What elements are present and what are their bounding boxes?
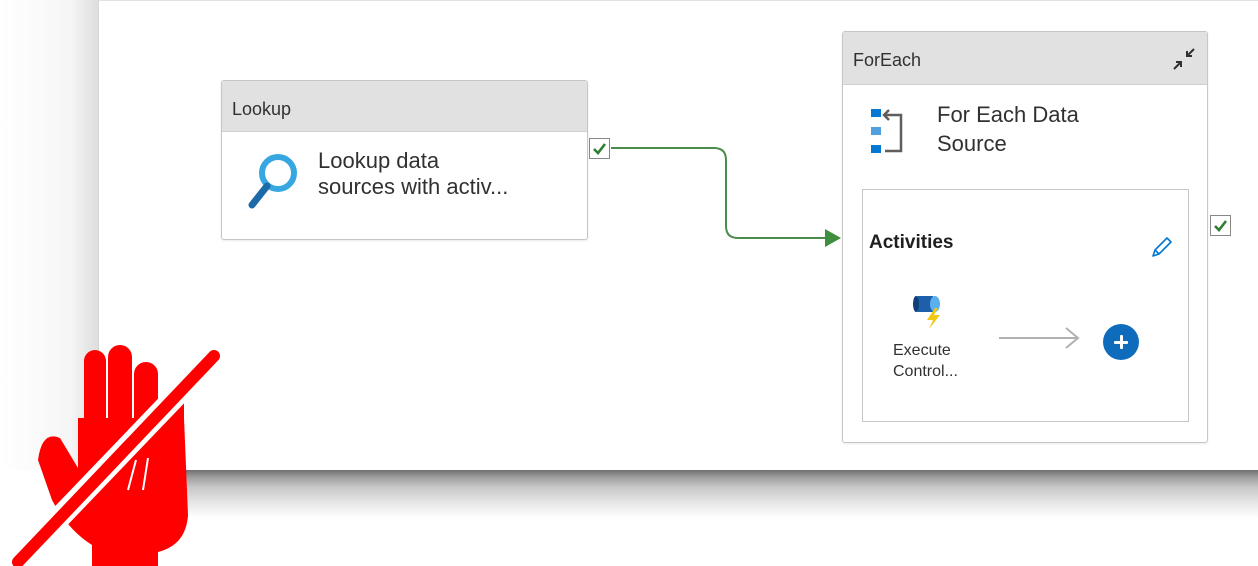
inner-activities-title: Activities <box>869 232 954 253</box>
lookup-description-line: sources with activ... <box>318 174 509 199</box>
stop-hand-forbidden-icon <box>8 341 229 566</box>
execute-pipeline-icon <box>913 296 940 329</box>
foreach-loop-icon <box>871 109 903 153</box>
foreach-activity-description: For Each Data Source <box>937 100 1177 158</box>
execute-control-label: Execute Control... <box>893 340 983 382</box>
lookup-activity-header: Lookup <box>222 81 587 132</box>
plus-circle-icon[interactable] <box>1103 324 1139 360</box>
lookup-activity[interactable]: Lookup Lookup data sources with activ... <box>221 80 588 240</box>
lookup-description-line: Lookup data <box>318 148 440 173</box>
canvas-bottom-shadow <box>98 470 1258 518</box>
execute-control-label-line: Control... <box>893 363 958 380</box>
foreach-success-port[interactable] <box>1210 215 1231 236</box>
foreach-inner-activities[interactable]: Activities Execute Control... <box>862 189 1189 422</box>
foreach-description-line: Source <box>937 131 1007 156</box>
execute-control-label-line: Execute <box>893 342 951 359</box>
lookup-success-port[interactable] <box>589 138 610 159</box>
lookup-activity-description: Lookup data sources with activ... <box>318 148 578 200</box>
lookup-search-icon <box>248 154 297 209</box>
checkmark-icon <box>593 143 607 155</box>
foreach-activity[interactable]: ForEach For Each Data Source Activities <box>842 31 1208 443</box>
inner-connector-arrow <box>999 327 1080 349</box>
foreach-description-line: For Each Data <box>937 102 1079 127</box>
collapse-arrows-icon[interactable] <box>1169 44 1199 74</box>
pencil-icon[interactable] <box>1148 234 1174 262</box>
foreach-activity-header: ForEach <box>843 32 1207 85</box>
execute-control-activity[interactable]: Execute Control... <box>885 290 975 410</box>
checkmark-icon <box>1214 220 1228 232</box>
